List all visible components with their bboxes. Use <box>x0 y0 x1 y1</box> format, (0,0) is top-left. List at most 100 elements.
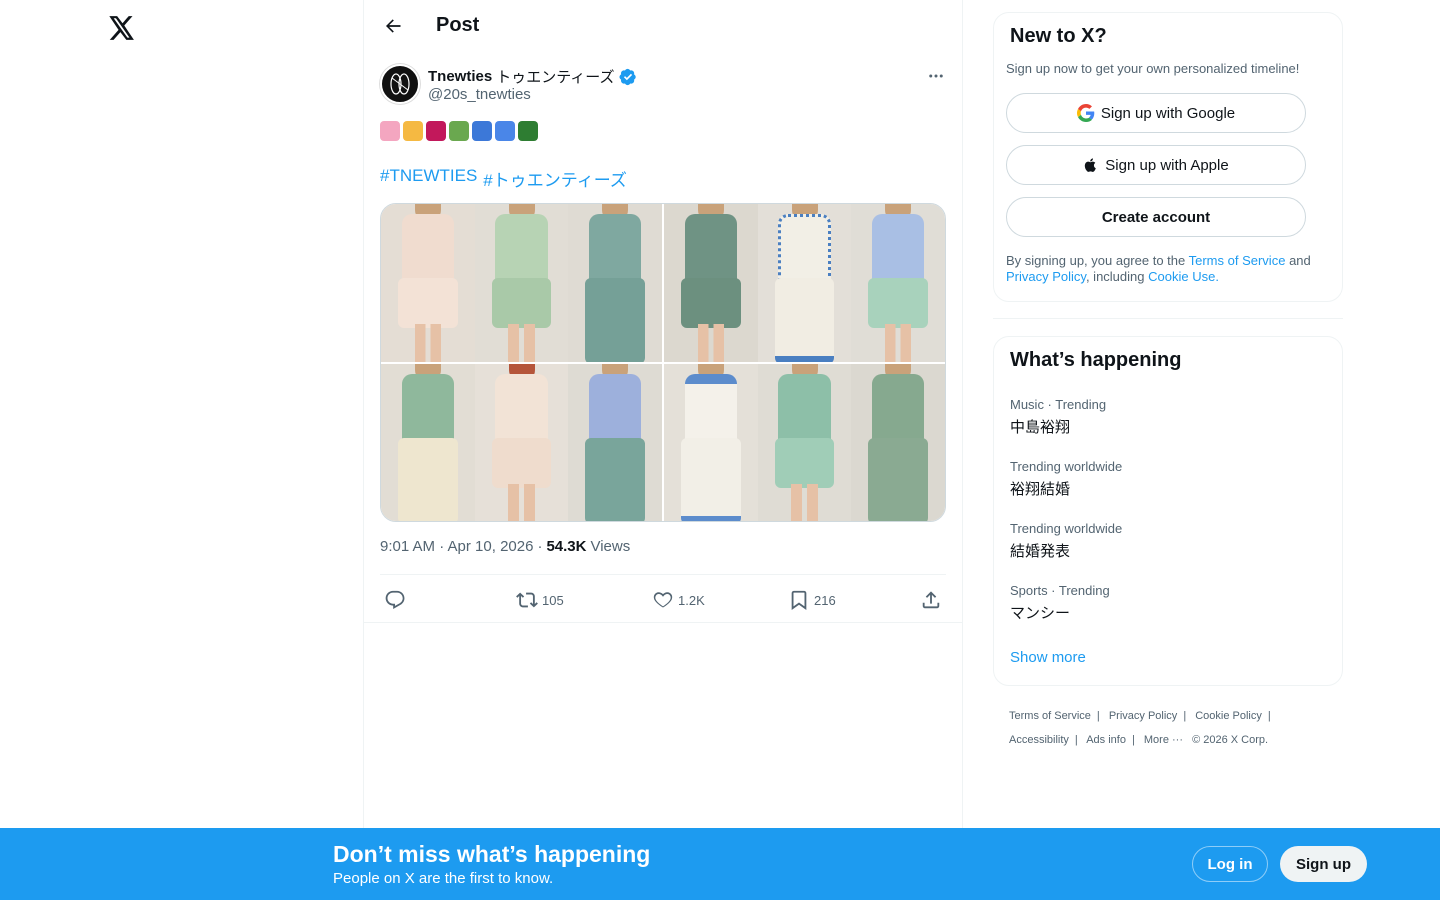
retweet-icon <box>516 592 538 608</box>
author-name[interactable]: Tnewties トゥエンティーズ <box>428 66 637 87</box>
author-name-text: Tnewties <box>428 68 493 85</box>
footer-copyright: © 2026 X Corp. <box>1192 734 1269 746</box>
trend-name: マンシー <box>1010 605 1071 622</box>
model-figure <box>664 204 758 362</box>
hashtag-link[interactable]: #TNEWTIES <box>380 166 477 191</box>
emoji-icon <box>449 121 469 141</box>
footer-more-link[interactable]: More ··· <box>1144 734 1183 746</box>
meta-separator: · <box>537 538 543 555</box>
create-account-label: Create account <box>1101 208 1211 226</box>
hashtags: #TNEWTIES #トゥエンティーズ <box>380 166 627 191</box>
retweet-button[interactable]: 105 <box>516 588 564 612</box>
author-handle[interactable]: @20s_tnewties <box>428 86 531 103</box>
model-figure <box>757 363 852 521</box>
terms-link[interactable]: Terms of Service <box>1189 253 1286 268</box>
post-header: Post <box>364 0 962 53</box>
trend-context: Trending worldwide <box>1010 459 1123 474</box>
bookmark-count: 216 <box>814 592 836 608</box>
trend-context: Sports · Trending <box>1010 583 1110 598</box>
model-figure <box>568 204 662 362</box>
avatar[interactable] <box>380 64 420 104</box>
share-icon <box>922 591 940 609</box>
post-media-grid[interactable] <box>380 203 946 522</box>
post-timestamp[interactable]: 9:01 AM · Apr 10, 2026 <box>380 538 533 555</box>
legal-prefix: By signing up, you agree to the <box>1006 253 1186 268</box>
signup-title: New to X? <box>1010 25 1107 47</box>
signup-button[interactable]: Sign up <box>1280 846 1367 882</box>
banner-subtitle: People on X are the first to know. <box>333 870 554 887</box>
more-options-icon[interactable] <box>924 64 948 88</box>
media-image[interactable] <box>664 204 945 362</box>
trend-item[interactable]: Trending worldwide 結婚発表 <box>1010 521 1330 561</box>
trend-item[interactable]: Music · Trending 中島裕翔 <box>1010 397 1330 437</box>
share-button[interactable] <box>920 588 942 612</box>
trend-name: 中島裕翔 <box>1010 419 1071 436</box>
page-title: Post <box>436 14 480 36</box>
media-image[interactable] <box>664 363 945 521</box>
signup-card: New to X? Sign up now to get your own pe… <box>993 12 1343 302</box>
legal-and: and <box>1289 253 1311 268</box>
model-figure <box>757 204 852 362</box>
like-button[interactable]: 1.2K <box>652 588 705 612</box>
footer-link[interactable]: Accessibility <box>1009 734 1069 746</box>
views-label: Views <box>590 538 631 555</box>
emoji-icon <box>518 121 538 141</box>
emoji-row <box>380 118 948 144</box>
post-actions: 105 1.2K 216 <box>380 574 946 623</box>
bookmark-button[interactable]: 216 <box>788 588 836 612</box>
post-meta: 9:01 AM · Apr 10, 2026 · 54.3K Views <box>380 538 630 555</box>
trend-name: 結婚発表 <box>1010 543 1071 560</box>
model-figure <box>664 363 758 521</box>
footer-link[interactable]: Terms of Service <box>1009 710 1091 722</box>
emoji-icon <box>403 121 423 141</box>
model-figure <box>474 204 569 362</box>
media-image[interactable] <box>381 204 662 362</box>
trends-card: What’s happening Music · Trending 中島裕翔 T… <box>993 336 1343 686</box>
footer-links: Terms of Service | Privacy Policy | Cookie… <box>1009 710 1271 746</box>
verified-badge-icon <box>619 68 637 86</box>
like-count: 1.2K <box>678 592 705 608</box>
footer-link[interactable]: Cookie Policy <box>1195 710 1262 722</box>
cookie-link[interactable]: Cookie Use. <box>1148 269 1219 284</box>
views-count: 54.3K <box>546 538 587 555</box>
show-more-link[interactable]: Show more <box>1010 649 1086 666</box>
privacy-link[interactable]: Privacy Policy <box>1006 269 1086 284</box>
hashtag-link[interactable]: #トゥエンティーズ <box>483 166 627 191</box>
trend-item[interactable]: Trending worldwide 裕翔結婚 <box>1010 459 1330 499</box>
model-figure <box>381 204 475 362</box>
footer-link[interactable]: Privacy Policy <box>1109 710 1177 722</box>
retweet-count: 105 <box>542 592 564 608</box>
signup-legal: By signing up, you agree to the Terms of… <box>1006 253 1332 285</box>
left-nav <box>0 0 363 900</box>
trends-title: What’s happening <box>1010 349 1182 371</box>
emoji-icon <box>472 121 492 141</box>
reply-button[interactable] <box>384 588 406 612</box>
model-figure <box>474 363 569 521</box>
footer-link[interactable]: Ads info <box>1086 734 1126 746</box>
emoji-icon <box>380 121 400 141</box>
post-author: Tnewties トゥエンティーズ @20s_tnewties <box>380 64 948 108</box>
author-name-jp: トゥエンティーズ <box>496 69 615 86</box>
google-signup-label: Sign up with Google <box>1100 104 1236 122</box>
media-image[interactable] <box>381 363 662 521</box>
legal-including: , including <box>1085 269 1145 284</box>
google-icon <box>1076 104 1095 122</box>
signup-subtitle: Sign up now to get your own personalized… <box>1006 61 1300 76</box>
banner-title: Don’t miss what’s happening <box>333 841 651 867</box>
google-signup-button[interactable]: Sign up with Google <box>1006 93 1306 133</box>
post-text <box>380 118 948 144</box>
x-logo-icon[interactable] <box>104 8 140 48</box>
model-figure <box>568 363 662 521</box>
trend-item[interactable]: Sports · Trending マンシー <box>1010 583 1330 623</box>
trend-name: 裕翔結婚 <box>1010 481 1071 498</box>
emoji-icon <box>495 121 515 141</box>
model-figure <box>851 363 945 521</box>
main-column: Post Tnewties トゥエンティーズ @20s_tnewties #TN… <box>363 0 963 900</box>
apple-signup-button[interactable]: Sign up with Apple <box>1006 145 1306 185</box>
login-button[interactable]: Log in <box>1192 846 1268 882</box>
bookmark-icon <box>791 590 807 610</box>
signup-banner: Don’t miss what’s happening People on X … <box>0 828 1440 900</box>
back-arrow-icon[interactable] <box>376 9 410 43</box>
model-figure <box>381 363 475 521</box>
create-account-button[interactable]: Create account <box>1006 197 1306 237</box>
